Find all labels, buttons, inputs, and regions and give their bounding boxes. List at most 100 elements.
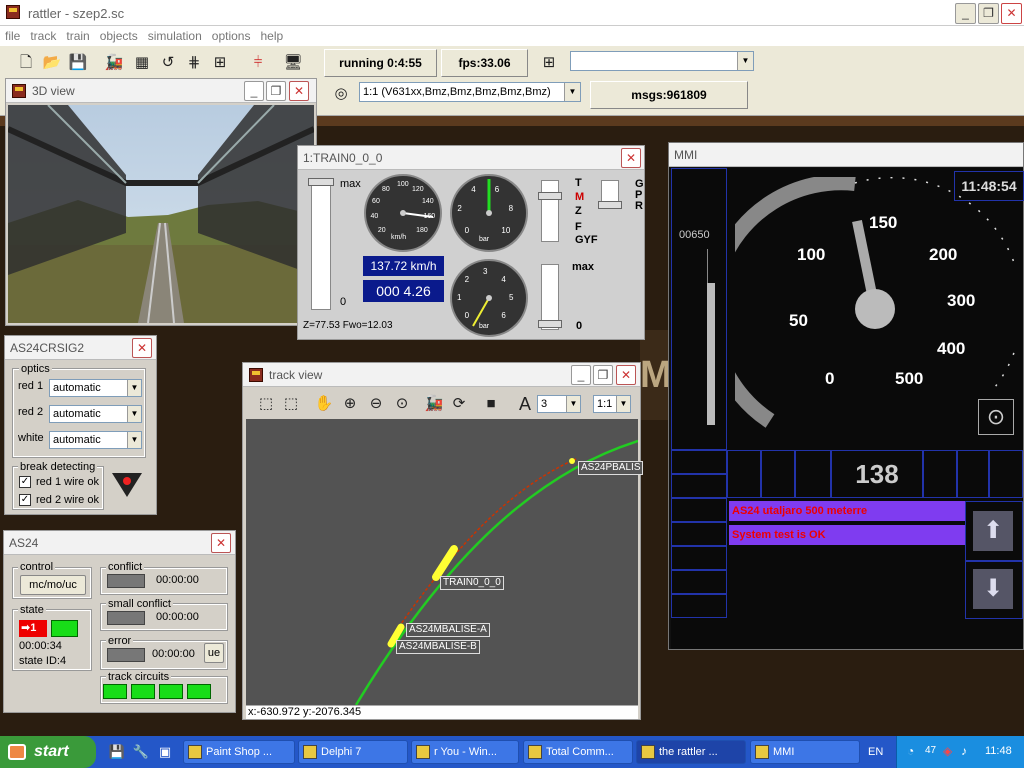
font-icon[interactable]: A	[514, 393, 536, 415]
language-indicator[interactable]: EN	[868, 746, 883, 758]
red1-label: red 1	[18, 380, 44, 392]
mmi-scale-label: 200	[929, 245, 958, 264]
train-close-button[interactable]: ✕	[621, 148, 641, 168]
brake-slider-handle[interactable]	[538, 192, 562, 200]
curve-icon[interactable]: ↺	[157, 52, 179, 74]
dynamic-brake-handle[interactable]	[538, 320, 562, 328]
new-file-icon[interactable]: 🗋	[15, 52, 37, 74]
ue-button[interactable]: ue	[204, 643, 224, 663]
signal-title: AS24CRSIG2	[10, 341, 85, 355]
task-totalcommander[interactable]: Total Comm...	[523, 740, 633, 764]
chevron-down-icon[interactable]: ▼	[616, 396, 630, 412]
mmi-title: MMI	[674, 148, 698, 162]
network-icon[interactable]: ⊞	[209, 52, 231, 74]
chevron-down-icon[interactable]: ▼	[127, 380, 141, 396]
quicklaunch-save-icon[interactable]: 💾	[106, 741, 128, 763]
zoom-fit-icon[interactable]: ⊙	[391, 393, 413, 415]
menu-help[interactable]: help	[255, 26, 288, 43]
network-node-icon[interactable]: ⊞	[538, 52, 560, 74]
task-mmi[interactable]: MMI	[750, 740, 860, 764]
font-size-select[interactable]: 3 ▼	[537, 395, 581, 413]
trackview-maximize-button[interactable]: ❐	[593, 365, 613, 385]
menu-options[interactable]: options	[207, 26, 256, 43]
train-select[interactable]: 1:1 (V631xx,Bmz,Bmz,Bmz,Bmz,Bmz) ▼	[359, 82, 581, 102]
red2-select[interactable]: automatic ▼	[49, 405, 142, 423]
red2-label: red 2	[18, 406, 44, 418]
locomotive-icon[interactable]: 🚂	[423, 393, 445, 415]
quicklaunch-tools-icon[interactable]: 🔧	[130, 741, 152, 763]
signal-icon[interactable]: ⫩	[247, 52, 269, 74]
small-conflict-label: small conflict	[106, 598, 173, 610]
tray-alert-icon[interactable]: ◈	[943, 744, 952, 758]
empty-combo[interactable]: ▼	[570, 51, 754, 71]
trackview-minimize-button[interactable]: _	[571, 365, 591, 385]
zoom-in-icon[interactable]: ⊕	[339, 393, 361, 415]
chevron-down-icon[interactable]: ▼	[566, 396, 580, 412]
menu-simulation[interactable]: simulation	[143, 26, 207, 43]
red1-wire-checkbox[interactable]: ✓	[19, 476, 31, 488]
task-rattler[interactable]: the rattler ...	[636, 740, 746, 764]
red2-wire-checkbox[interactable]: ✓	[19, 494, 31, 506]
minimize-button[interactable]: _	[955, 3, 976, 24]
bar-gauge-1: bar	[450, 174, 528, 252]
as24-close-button[interactable]: ✕	[211, 533, 231, 553]
chevron-down-icon[interactable]: ▼	[127, 406, 141, 422]
monitor-icon[interactable]: 🖥	[282, 52, 304, 74]
mmi-scroll-down-icon[interactable]: ⬇	[973, 569, 1013, 609]
zoom-out-icon[interactable]: ⊖	[365, 393, 387, 415]
open-folder-icon[interactable]: 📂	[41, 52, 63, 74]
track-canvas[interactable]: AS24PBALIS TRAIN0_0_0 AS24MBALISE-A AS24…	[246, 419, 644, 705]
task-paintshop[interactable]: Paint Shop ...	[183, 740, 295, 764]
close-button[interactable]: ✕	[1001, 3, 1022, 24]
brake-slider-track[interactable]	[541, 180, 559, 242]
dynamic-brake-zero-label: 0	[576, 320, 583, 332]
task-delphi[interactable]: Delphi 7	[298, 740, 408, 764]
quicklaunch-app-icon[interactable]: ▣	[154, 741, 176, 763]
stop-icon[interactable]: ■	[480, 393, 502, 415]
mmi-eye-icon[interactable]: ⊙	[978, 399, 1014, 435]
msgs-counter: msgs:961809	[590, 81, 748, 109]
menu-objects[interactable]: objects	[95, 26, 143, 43]
red1-select[interactable]: automatic ▼	[49, 379, 142, 397]
scale-select[interactable]: 1:1 ▼	[593, 395, 631, 413]
save-icon[interactable]: 💾	[67, 52, 89, 74]
signal-titlebar: AS24CRSIG2 ✕	[5, 336, 156, 360]
signal-close-button[interactable]: ✕	[132, 338, 152, 358]
throttle-track[interactable]	[311, 178, 331, 310]
menu-track[interactable]: track	[25, 26, 61, 43]
menu-train[interactable]: train	[61, 26, 94, 43]
throttle-max-label: max	[340, 178, 361, 190]
gauge-icon[interactable]: ◎	[330, 83, 352, 105]
mmi-scroll-up-icon[interactable]: ⬆	[973, 511, 1013, 551]
chevron-down-icon[interactable]: ▼	[127, 432, 141, 448]
state-indicator: ➡1	[19, 620, 47, 637]
task-browser[interactable]: r You - Win...	[411, 740, 519, 764]
menu-file[interactable]: file	[0, 26, 25, 43]
tray-network-icon[interactable]: ◔	[907, 744, 914, 758]
tray-counter: 47	[925, 745, 937, 756]
view3d-maximize-button[interactable]: ❐	[266, 81, 286, 101]
maximize-button[interactable]: ❐	[978, 3, 999, 24]
pbalise-marker[interactable]	[569, 458, 575, 464]
select-icon[interactable]: ⬚	[255, 393, 277, 415]
chevron-down-icon[interactable]: ▼	[564, 83, 580, 101]
throttle-handle[interactable]	[308, 178, 334, 186]
list-icon[interactable]: ▦	[131, 52, 153, 74]
brake-letter-T: T	[575, 177, 582, 189]
mbalise-b-label: AS24MBALISE-B	[396, 640, 480, 654]
tray-volume-icon[interactable]: ♪	[961, 744, 967, 758]
track-line[interactable]	[354, 439, 638, 705]
rails-icon[interactable]: ⋕	[183, 52, 205, 74]
gpr-slider-handle[interactable]	[598, 201, 622, 209]
view3d-close-button[interactable]: ✕	[289, 81, 309, 101]
train-icon[interactable]: 🚂	[103, 52, 125, 74]
control-mode-button[interactable]: mc/mo/uc	[20, 575, 86, 595]
view3d-minimize-button[interactable]: _	[244, 81, 264, 101]
select-add-icon[interactable]: ⬚	[280, 393, 302, 415]
refresh-icon[interactable]: ⟳	[448, 393, 470, 415]
white-select[interactable]: automatic ▼	[49, 431, 142, 449]
view3d-scene[interactable]	[8, 105, 314, 323]
pan-icon[interactable]: ✋	[313, 393, 335, 415]
trackview-close-button[interactable]: ✕	[616, 365, 636, 385]
chevron-down-icon[interactable]: ▼	[737, 52, 753, 70]
